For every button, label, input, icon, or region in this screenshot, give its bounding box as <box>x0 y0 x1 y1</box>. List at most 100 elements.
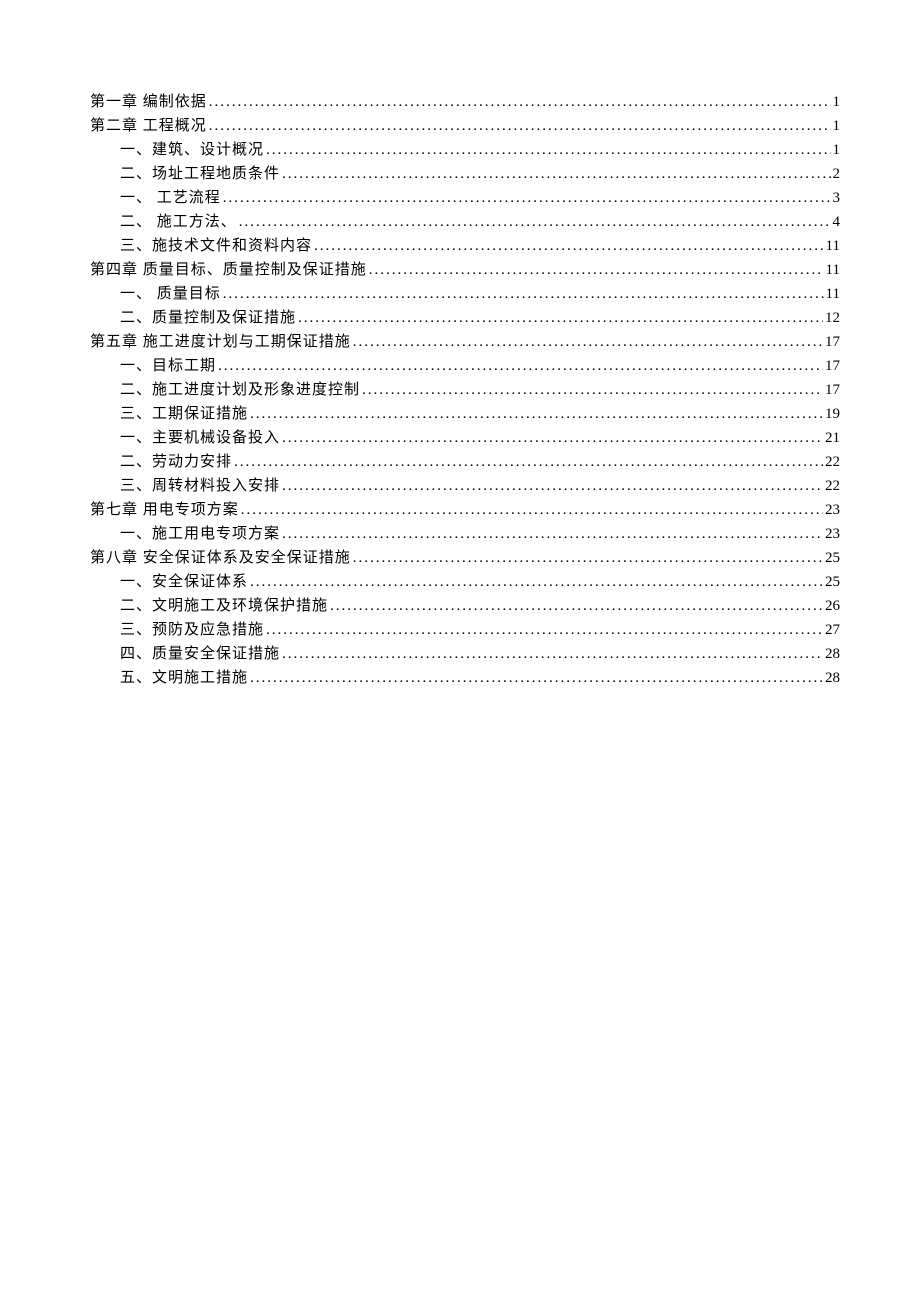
toc-entry: 一、 工艺流程 3 <box>90 186 840 210</box>
table-of-contents: 第一章 编制依据1第二章 工程概况1一、建筑、设计概况1二、场址工程地质条件2一… <box>90 90 840 690</box>
toc-entry-page: 17 <box>823 330 840 354</box>
toc-leader-dots <box>360 378 823 402</box>
toc-leader-dots <box>207 90 831 114</box>
toc-entry-title: 一、主要机械设备投入 <box>120 426 280 450</box>
toc-leader-dots <box>264 618 823 642</box>
toc-entry: 第七章 用电专项方案 23 <box>90 498 840 522</box>
toc-entry-page: 11 <box>824 258 840 282</box>
toc-entry-title: 五、文明施工措施 <box>120 666 248 690</box>
toc-leader-dots <box>280 474 823 498</box>
toc-entry-title: 四、质量安全保证措施 <box>120 642 280 666</box>
toc-entry-page: 28 <box>823 666 840 690</box>
toc-entry: 三、工期保证措施 19 <box>90 402 840 426</box>
toc-entry: 一、目标工期 17 <box>90 354 840 378</box>
toc-leader-dots <box>351 330 823 354</box>
toc-entry-title: 二、场址工程地质条件 <box>120 162 280 186</box>
toc-entry-page: 12 <box>823 306 840 330</box>
toc-entry: 二、场址工程地质条件 2 <box>90 162 840 186</box>
toc-leader-dots <box>280 642 823 666</box>
toc-entry: 第一章 编制依据 1 <box>90 90 840 114</box>
toc-entry-title: 二、文明施工及环境保护措施 <box>120 594 328 618</box>
toc-leader-dots <box>248 570 823 594</box>
toc-entry: 一、 质量目标 11 <box>90 282 840 306</box>
toc-leader-dots <box>280 426 823 450</box>
toc-leader-dots <box>248 402 823 426</box>
toc-entry-title: 第一章 编制依据 <box>90 90 207 114</box>
toc-entry-title: 一、安全保证体系 <box>120 570 248 594</box>
toc-leader-dots <box>264 138 830 162</box>
toc-entry-page: 1 <box>831 114 841 138</box>
toc-entry-title: 三、预防及应急措施 <box>120 618 264 642</box>
toc-entry: 五、文明施工措施 28 <box>90 666 840 690</box>
toc-entry-title: 三、工期保证措施 <box>120 402 248 426</box>
toc-entry-page: 4 <box>831 210 841 234</box>
toc-entry-page: 23 <box>823 522 840 546</box>
toc-entry-title: 一、目标工期 <box>120 354 216 378</box>
toc-entry-title: 一、 工艺流程 <box>120 186 221 210</box>
toc-leader-dots <box>328 594 823 618</box>
toc-entry-page: 25 <box>823 570 840 594</box>
toc-leader-dots <box>312 234 824 258</box>
toc-entry-title: 二、施工进度计划及形象进度控制 <box>120 378 360 402</box>
toc-leader-dots <box>367 258 824 282</box>
toc-entry-title: 二、劳动力安排 <box>120 450 232 474</box>
toc-entry-page: 17 <box>823 378 840 402</box>
toc-leader-dots <box>351 546 823 570</box>
toc-leader-dots <box>221 282 824 306</box>
toc-entry: 一、建筑、设计概况 1 <box>90 138 840 162</box>
toc-entry: 第四章 质量目标、质量控制及保证措施 11 <box>90 258 840 282</box>
toc-entry-page: 21 <box>823 426 840 450</box>
toc-entry: 第五章 施工进度计划与工期保证措施 17 <box>90 330 840 354</box>
toc-entry: 一、主要机械设备投入 21 <box>90 426 840 450</box>
toc-entry: 二、 施工方法、 4 <box>90 210 840 234</box>
toc-entry-page: 27 <box>823 618 840 642</box>
toc-entry: 二、文明施工及环境保护措施 26 <box>90 594 840 618</box>
toc-entry-title: 第五章 施工进度计划与工期保证措施 <box>90 330 351 354</box>
toc-entry: 一、施工用电专项方案 23 <box>90 522 840 546</box>
toc-entry: 第八章 安全保证体系及安全保证措施 25 <box>90 546 840 570</box>
toc-entry-title: 一、 质量目标 <box>120 282 221 306</box>
toc-entry-title: 三、施技术文件和资料内容 <box>120 234 312 258</box>
toc-entry-page: 28 <box>823 642 840 666</box>
toc-leader-dots <box>221 186 831 210</box>
toc-entry-title: 二、质量控制及保证措施 <box>120 306 296 330</box>
toc-entry-page: 11 <box>824 234 840 258</box>
toc-entry-title: 第四章 质量目标、质量控制及保证措施 <box>90 258 367 282</box>
toc-entry: 二、质量控制及保证措施 12 <box>90 306 840 330</box>
toc-entry-page: 19 <box>823 402 840 426</box>
toc-entry-page: 23 <box>823 498 840 522</box>
toc-entry-title: 第七章 用电专项方案 <box>90 498 239 522</box>
toc-entry-title: 一、建筑、设计概况 <box>120 138 264 162</box>
toc-entry-page: 17 <box>823 354 840 378</box>
toc-entry: 三、周转材料投入安排 22 <box>90 474 840 498</box>
toc-entry-page: 26 <box>823 594 840 618</box>
toc-entry: 一、安全保证体系 25 <box>90 570 840 594</box>
toc-entry-page: 2 <box>831 162 841 186</box>
toc-entry: 三、施技术文件和资料内容 11 <box>90 234 840 258</box>
toc-entry: 三、预防及应急措施 27 <box>90 618 840 642</box>
toc-entry-page: 25 <box>823 546 840 570</box>
toc-entry-page: 3 <box>831 186 841 210</box>
toc-entry-page: 11 <box>824 282 840 306</box>
toc-entry-page: 1 <box>831 138 841 162</box>
toc-leader-dots <box>280 162 830 186</box>
toc-entry: 第二章 工程概况 1 <box>90 114 840 138</box>
toc-entry-title: 第二章 工程概况 <box>90 114 207 138</box>
toc-entry-page: 22 <box>823 474 840 498</box>
toc-leader-dots <box>296 306 823 330</box>
toc-entry: 四、质量安全保证措施 28 <box>90 642 840 666</box>
toc-leader-dots <box>216 354 823 378</box>
toc-leader-dots <box>237 210 831 234</box>
toc-entry: 二、施工进度计划及形象进度控制 17 <box>90 378 840 402</box>
toc-entry-title: 第八章 安全保证体系及安全保证措施 <box>90 546 351 570</box>
toc-leader-dots <box>232 450 823 474</box>
toc-entry-page: 22 <box>823 450 840 474</box>
toc-entry-title: 三、周转材料投入安排 <box>120 474 280 498</box>
toc-entry-title: 二、 施工方法、 <box>120 210 237 234</box>
toc-entry-title: 一、施工用电专项方案 <box>120 522 280 546</box>
toc-leader-dots <box>207 114 831 138</box>
toc-entry-page: 1 <box>831 90 841 114</box>
toc-leader-dots <box>239 498 823 522</box>
toc-leader-dots <box>248 666 823 690</box>
toc-entry: 二、劳动力安排 22 <box>90 450 840 474</box>
